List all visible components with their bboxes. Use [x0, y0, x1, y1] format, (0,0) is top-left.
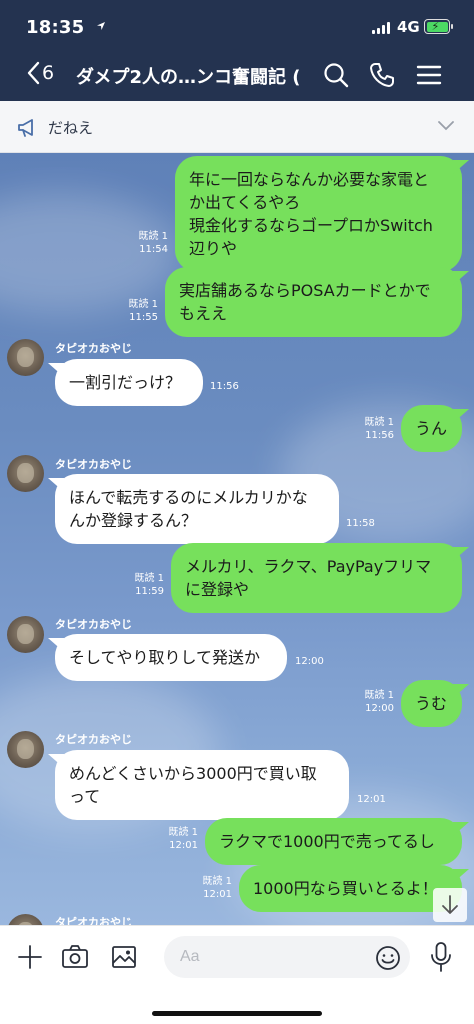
network-type: 4G — [397, 18, 420, 36]
message-time: 12:00 — [295, 656, 324, 667]
sender-name: タピオカおやじ — [55, 458, 132, 471]
message-bubble-received[interactable]: そしてやり取りして発送か — [55, 634, 287, 681]
message-meta: 既読 1 12:01 — [158, 826, 198, 852]
chat-header: 18:35 4G ⚡ 6 ダメプ2人の…ンコ奮闘記 (4) — [0, 0, 474, 101]
back-button[interactable]: 6 — [26, 61, 54, 85]
message-meta: 既読 1 11:59 — [124, 572, 164, 598]
read-receipt: 既読 1 — [168, 827, 198, 838]
sender-name: タピオカおやじ — [55, 618, 132, 631]
avatar[interactable] — [7, 339, 44, 376]
home-indicator — [152, 1011, 322, 1016]
message-meta: 既読 1 11:54 — [128, 230, 168, 256]
read-receipt: 既読 1 — [364, 417, 394, 428]
message-time: 12:01 — [357, 794, 386, 805]
back-count: 6 — [42, 62, 55, 84]
message-bubble-sent[interactable]: 1000円なら買いとるよ！ — [239, 865, 462, 912]
microphone-icon[interactable] — [428, 940, 454, 974]
announcement-bar[interactable]: だねえ — [0, 101, 474, 153]
battery-icon: ⚡ — [424, 19, 453, 34]
message-bubble-received[interactable]: めんどくさいから3000円で買い取 って — [55, 750, 349, 820]
sender-name: タピオカおやじ — [55, 916, 132, 925]
message-time: 11:55 — [129, 312, 158, 323]
read-receipt: 既読 1 — [128, 299, 158, 310]
input-bar — [0, 925, 474, 1024]
message-bubble-sent[interactable]: うん — [401, 405, 462, 452]
emoji-icon[interactable] — [374, 944, 402, 972]
read-receipt: 既読 1 — [134, 573, 164, 584]
avatar[interactable] — [7, 455, 44, 492]
message-bubble-sent[interactable]: うむ — [401, 680, 462, 727]
message-bubble-sent[interactable]: メルカリ、ラクマ、PayPayフリマ に登録や — [171, 543, 462, 613]
chevron-left-icon — [27, 61, 40, 85]
message-time: 12:01 — [169, 840, 198, 851]
chat-title: ダメプ2人の…ンコ奮闘記 (4) — [76, 67, 301, 88]
message-time: 11:58 — [346, 518, 375, 529]
message-time: 12:00 — [365, 703, 394, 714]
location-arrow-icon — [96, 22, 105, 30]
sender-name: タピオカおやじ — [55, 733, 132, 746]
sender-name: タピオカおやじ — [55, 342, 132, 355]
message-list[interactable]: 既読 1 11:54 年に一回ならなんか必要な家電と か出てくるやろ 現金化する… — [0, 153, 474, 925]
phone-icon[interactable] — [367, 60, 397, 90]
message-time: 11:54 — [139, 244, 168, 255]
avatar[interactable] — [7, 914, 44, 925]
megaphone-icon — [18, 119, 33, 137]
message-bubble-received[interactable]: ほんで転売するのにメルカリかな んか登録するん？ — [55, 474, 339, 544]
camera-icon[interactable] — [60, 944, 90, 970]
avatar[interactable] — [7, 616, 44, 653]
message-meta: 既読 1 12:01 — [192, 875, 232, 901]
menu-icon[interactable] — [414, 60, 444, 90]
image-icon[interactable] — [110, 944, 138, 970]
avatar[interactable] — [7, 731, 44, 768]
message-bubble-sent[interactable]: 年に一回ならなんか必要な家電と か出てくるやろ 現金化するならゴープロかSwit… — [175, 156, 462, 272]
announcement-text: だねえ — [48, 119, 94, 137]
plus-icon[interactable] — [16, 943, 44, 971]
message-meta: 既読 1 12:00 — [354, 689, 394, 715]
signal-icon — [372, 21, 390, 34]
message-time: 11:56 — [210, 381, 239, 392]
arrow-down-icon — [442, 895, 458, 914]
read-receipt: 既読 1 — [202, 876, 232, 887]
clock-text: 18:35 — [26, 17, 85, 38]
chevron-down-icon[interactable] — [437, 120, 455, 132]
message-bubble-received[interactable]: 一割引だっけ？ — [55, 359, 203, 406]
message-time: 11:59 — [135, 586, 164, 597]
message-time: 12:01 — [203, 889, 232, 900]
read-receipt: 既読 1 — [138, 231, 168, 242]
message-bubble-sent[interactable]: ラクマで1000円で売ってるし — [205, 818, 462, 865]
scroll-to-bottom-button[interactable] — [433, 888, 467, 922]
message-meta: 既読 1 11:55 — [118, 298, 158, 324]
status-time: 18:35 — [26, 17, 106, 38]
message-bubble-sent[interactable]: 実店舗あるならPOSAカードとかで もええ — [165, 267, 462, 337]
message-meta: 既読 1 11:56 — [354, 416, 394, 442]
search-icon[interactable] — [321, 60, 351, 90]
message-time: 11:56 — [365, 430, 394, 441]
read-receipt: 既読 1 — [364, 690, 394, 701]
